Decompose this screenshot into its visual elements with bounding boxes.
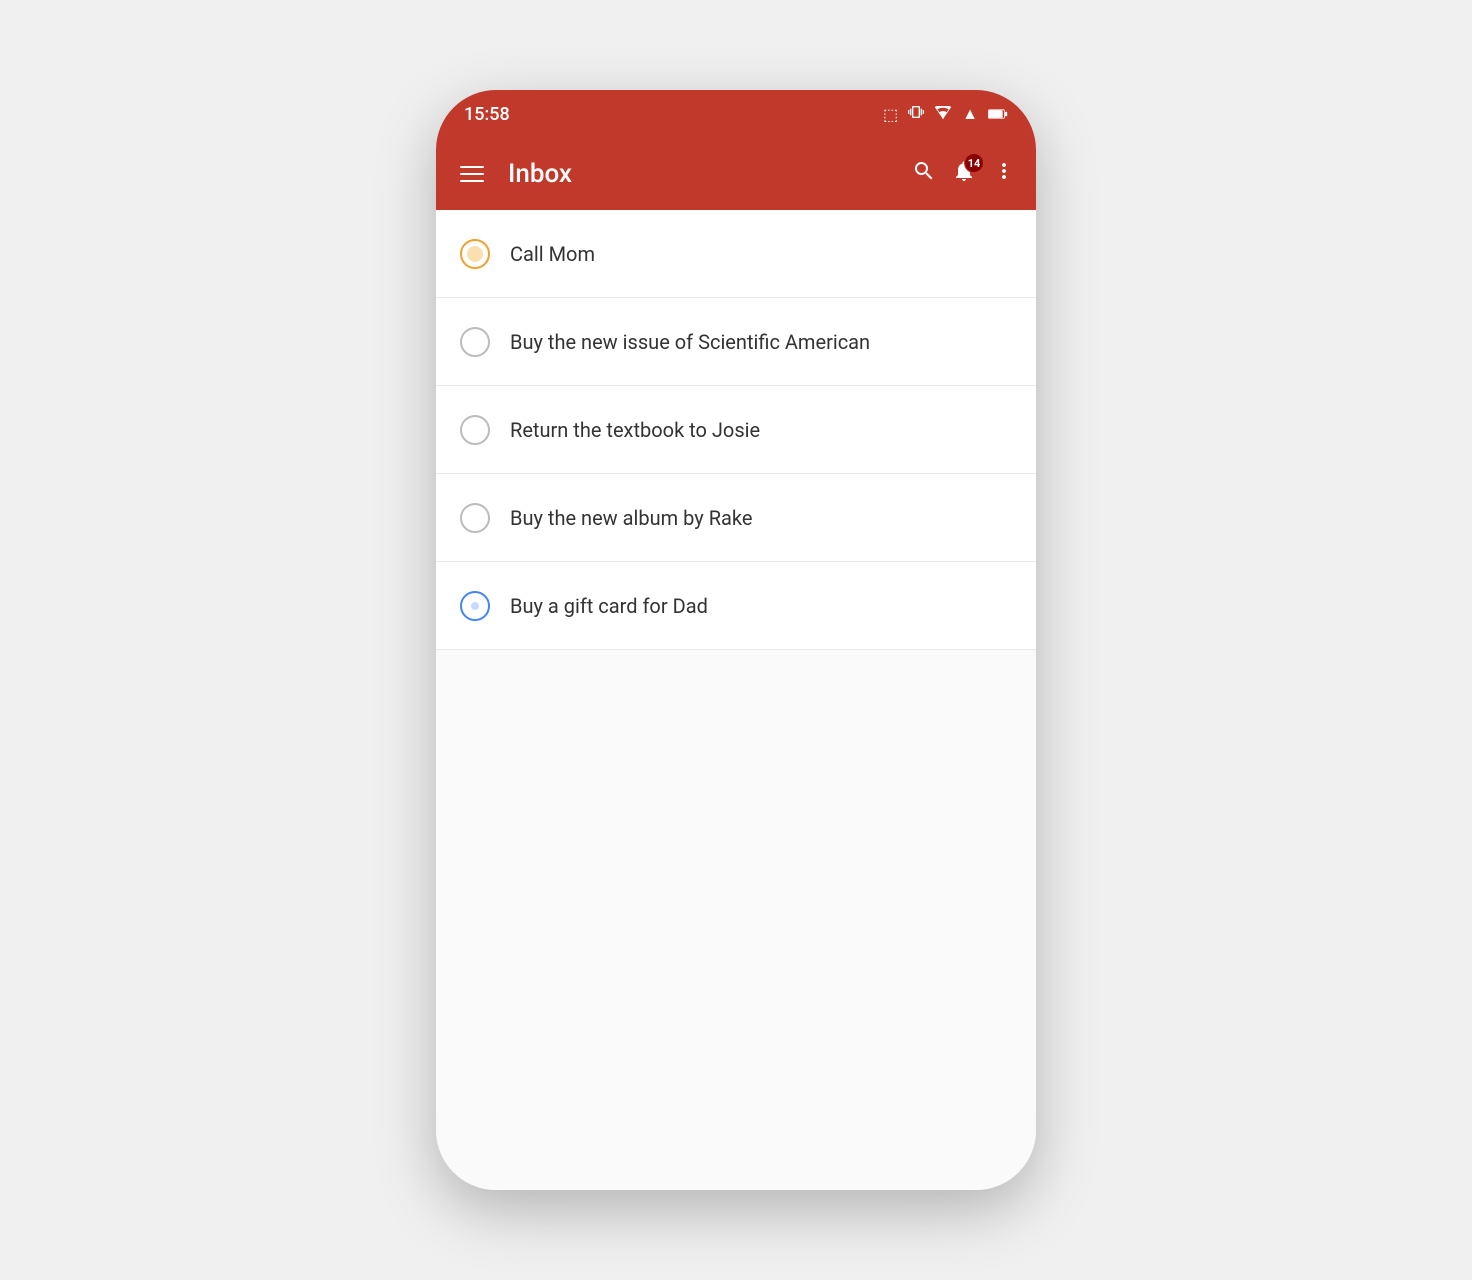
app-bar-actions: 14	[912, 159, 1016, 189]
task-label-4: Buy the new album by Rake	[510, 506, 752, 530]
status-bar: 15:58 ⬚ ▲	[436, 90, 1036, 138]
cast-icon: ⬚	[883, 105, 898, 124]
task-checkbox-4[interactable]	[460, 503, 490, 533]
empty-area	[436, 650, 1036, 850]
notifications-button[interactable]: 14	[952, 159, 976, 189]
status-time: 15:58	[464, 104, 510, 125]
task-checkbox-2[interactable]	[460, 327, 490, 357]
app-title: Inbox	[508, 159, 892, 189]
status-icons: ⬚ ▲	[883, 104, 1008, 124]
search-button[interactable]	[912, 159, 936, 189]
phone-shell: 15:58 ⬚ ▲	[436, 90, 1036, 1190]
task-checkbox-5[interactable]	[460, 591, 490, 621]
task-list: Call Mom Buy the new issue of Scientific…	[436, 210, 1036, 1190]
task-item[interactable]: Return the textbook to Josie	[436, 386, 1036, 474]
battery-icon	[988, 105, 1008, 124]
task-checkbox-1[interactable]	[460, 239, 490, 269]
app-bar: Inbox 14	[436, 138, 1036, 210]
vibrate-icon	[908, 104, 924, 124]
task-label-5: Buy a gift card for Dad	[510, 594, 708, 618]
task-item[interactable]: Buy a gift card for Dad	[436, 562, 1036, 650]
signal-icon: ▲	[962, 104, 978, 124]
wifi-icon	[934, 105, 952, 124]
menu-icon[interactable]	[456, 162, 488, 186]
task-label-2: Buy the new issue of Scientific American	[510, 330, 870, 354]
task-label-3: Return the textbook to Josie	[510, 418, 760, 442]
task-label-1: Call Mom	[510, 242, 595, 266]
task-item[interactable]: Buy the new album by Rake	[436, 474, 1036, 562]
notification-count: 14	[964, 153, 984, 173]
task-item[interactable]: Buy the new issue of Scientific American	[436, 298, 1036, 386]
task-item[interactable]: Call Mom	[436, 210, 1036, 298]
task-checkbox-3[interactable]	[460, 415, 490, 445]
more-options-button[interactable]	[992, 159, 1016, 189]
